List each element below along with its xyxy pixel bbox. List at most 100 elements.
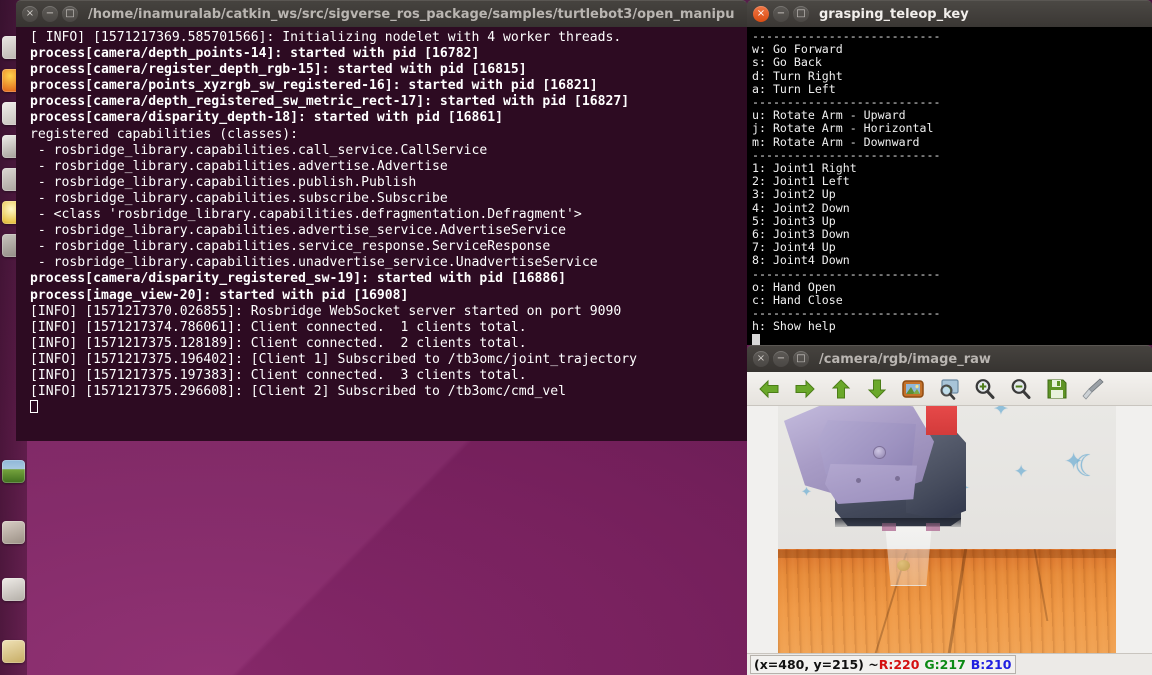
- image-view-close-button[interactable]: ×: [753, 351, 769, 367]
- terminal-line: process[image_view-20]: started with pid…: [30, 288, 747, 304]
- terminal-output[interactable]: [ INFO] [1571217369.585701566]: Initiali…: [16, 27, 747, 441]
- minimize-icon: −: [773, 6, 789, 22]
- maximize-icon: □: [793, 6, 809, 22]
- teleop-window-buttons: × − □: [753, 6, 809, 22]
- zoom-fit-icon[interactable]: [937, 377, 961, 401]
- teleop-line: 3: Joint2 Up: [752, 188, 1152, 201]
- terminal-line: - rosbridge_library.capabilities.service…: [30, 239, 747, 255]
- star-decor-icon: ✦: [993, 406, 1009, 419]
- image-view-title: /camera/rgb/image_raw: [819, 352, 991, 367]
- star-decor-icon: ✦: [801, 486, 812, 499]
- teleop-maximize-button[interactable]: □: [793, 6, 809, 22]
- close-icon: ×: [22, 6, 38, 22]
- minimize-icon: −: [42, 6, 58, 22]
- terminal-line: process[camera/depth_points-14]: started…: [30, 46, 747, 62]
- teleop-line: j: Rotate Arm - Horizontal: [752, 122, 1152, 135]
- pixel-green-value: G:217: [924, 657, 965, 672]
- image-view-titlebar[interactable]: × − □ /camera/rgb/image_raw: [747, 345, 1152, 372]
- terminal-line: [INFO] [1571217370.026855]: Rosbridge We…: [30, 304, 747, 320]
- terminal-cursor: [30, 400, 747, 416]
- teleop-window[interactable]: × − □ grasping_teleop_key --------------…: [747, 0, 1152, 345]
- terminal-line: - rosbridge_library.capabilities.call_se…: [30, 143, 747, 159]
- moon-decor-icon: ☾: [1074, 452, 1101, 482]
- zoom-out-icon[interactable]: [1009, 377, 1033, 401]
- terminal-line: [INFO] [1571217375.128189]: Client conne…: [30, 336, 747, 352]
- terminal-line: [INFO] [1571217375.296608]: [Client 2] S…: [30, 384, 747, 400]
- launcher-item-editor[interactable]: [2, 521, 25, 544]
- pixel-coords: (x=480, y=215) ~: [754, 657, 879, 672]
- floor-shadow: [778, 550, 1116, 558]
- launcher-item-image-viewer[interactable]: [2, 460, 25, 483]
- fit-image-icon[interactable]: [901, 377, 925, 401]
- pixel-red-value: R:220: [879, 657, 920, 672]
- terminal-line: [ INFO] [1571217369.585701566]: Initiali…: [30, 30, 747, 46]
- terminal-line: - rosbridge_library.capabilities.adverti…: [30, 223, 747, 239]
- teleop-line: s: Go Back: [752, 56, 1152, 69]
- terminal-window-buttons: × − □: [22, 6, 78, 22]
- image-view-toolbar[interactable]: [747, 372, 1152, 406]
- terminal-maximize-button[interactable]: □: [62, 6, 78, 22]
- transparent-cup: [885, 524, 932, 586]
- image-view-window-buttons: × − □: [753, 351, 809, 367]
- arrow-left-icon[interactable]: [757, 377, 781, 401]
- arrow-up-icon[interactable]: [829, 377, 853, 401]
- terminal-minimize-button[interactable]: −: [42, 6, 58, 22]
- image-view-minimize-button[interactable]: −: [773, 351, 789, 367]
- camera-image: ✦ ✦ ✦ ✦ ✦ ✦ ☾: [778, 406, 1116, 653]
- pixel-blue-value: B:210: [971, 657, 1012, 672]
- arrow-right-icon[interactable]: [793, 377, 817, 401]
- image-view-maximize-button[interactable]: □: [793, 351, 809, 367]
- star-decor-icon: ✦: [1014, 464, 1028, 481]
- close-icon: ×: [753, 351, 769, 367]
- terminal-line: - <class 'rosbridge_library.capabilities…: [30, 207, 747, 223]
- arrow-down-icon[interactable]: [865, 377, 889, 401]
- teleop-help-output[interactable]: ---------------------------w: Go Forward…: [747, 27, 1152, 345]
- clear-icon[interactable]: [1081, 377, 1105, 401]
- teleop-line: d: Turn Right: [752, 70, 1152, 83]
- terminal-titlebar[interactable]: × − □ /home/inamuralab/catkin_ws/src/sig…: [16, 0, 747, 27]
- zoom-in-icon[interactable]: [973, 377, 997, 401]
- floor-seam: [1034, 549, 1049, 621]
- terminal-line: process[camera/disparity_registered_sw-1…: [30, 271, 747, 287]
- gripper-bolt-icon: [873, 446, 886, 459]
- terminal-line: [INFO] [1571217375.197383]: Client conne…: [30, 368, 747, 384]
- pixel-readout: (x=480, y=215) ~ R:220 G:217 B:210: [750, 655, 1016, 674]
- gripper-body-shadow: [835, 518, 961, 527]
- teleop-line: 8: Joint4 Down: [752, 254, 1152, 267]
- image-view-canvas[interactable]: ✦ ✦ ✦ ✦ ✦ ✦ ☾: [747, 406, 1152, 653]
- launcher-item-notes[interactable]: [2, 640, 25, 663]
- launcher-item-archive[interactable]: [2, 578, 25, 601]
- teleop-line: h: Show help: [752, 320, 1152, 333]
- maximize-icon: □: [793, 351, 809, 367]
- gripper-bolt-icon: [895, 476, 900, 481]
- terminal-line: process[camera/disparity_depth-18]: star…: [30, 110, 747, 126]
- terminal-line: registered capabilities (classes):: [30, 127, 747, 143]
- teleop-minimize-button[interactable]: −: [773, 6, 789, 22]
- teleop-title: grasping_teleop_key: [819, 7, 969, 22]
- teleop-titlebar[interactable]: × − □ grasping_teleop_key: [747, 0, 1152, 27]
- close-icon: ×: [753, 6, 769, 22]
- terminal-line: process[camera/register_depth_rgb-15]: s…: [30, 62, 747, 78]
- terminal-line: process[camera/depth_registered_sw_metri…: [30, 94, 747, 110]
- teleop-cursor: [752, 334, 1152, 345]
- image-view-window[interactable]: × − □ /camera/rgb/image_raw: [747, 345, 1152, 675]
- terminal-window[interactable]: × − □ /home/inamuralab/catkin_ws/src/sig…: [16, 0, 747, 441]
- terminal-line: [INFO] [1571217374.786061]: Client conne…: [30, 320, 747, 336]
- gripper-red-marker: [926, 406, 957, 435]
- teleop-line: ---------------------------: [752, 268, 1152, 281]
- image-floor: [778, 549, 1116, 653]
- terminal-line: - rosbridge_library.capabilities.subscri…: [30, 191, 747, 207]
- floor-seam: [948, 549, 967, 653]
- terminal-close-button[interactable]: ×: [22, 6, 38, 22]
- minimize-icon: −: [773, 351, 789, 367]
- terminal-line: - rosbridge_library.capabilities.unadver…: [30, 255, 747, 271]
- terminal-line: process[camera/points_xyzrgb_sw_register…: [30, 78, 747, 94]
- gripper-bolt-icon: [856, 478, 861, 483]
- terminal-line: - rosbridge_library.capabilities.publish…: [30, 175, 747, 191]
- cup-ball-object: [897, 560, 910, 571]
- terminal-title: /home/inamuralab/catkin_ws/src/sigverse_…: [88, 7, 734, 22]
- save-icon[interactable]: [1045, 377, 1069, 401]
- teleop-close-button[interactable]: ×: [753, 6, 769, 22]
- teleop-line: m: Rotate Arm - Downward: [752, 136, 1152, 149]
- gripper-purple-lower: [825, 464, 917, 504]
